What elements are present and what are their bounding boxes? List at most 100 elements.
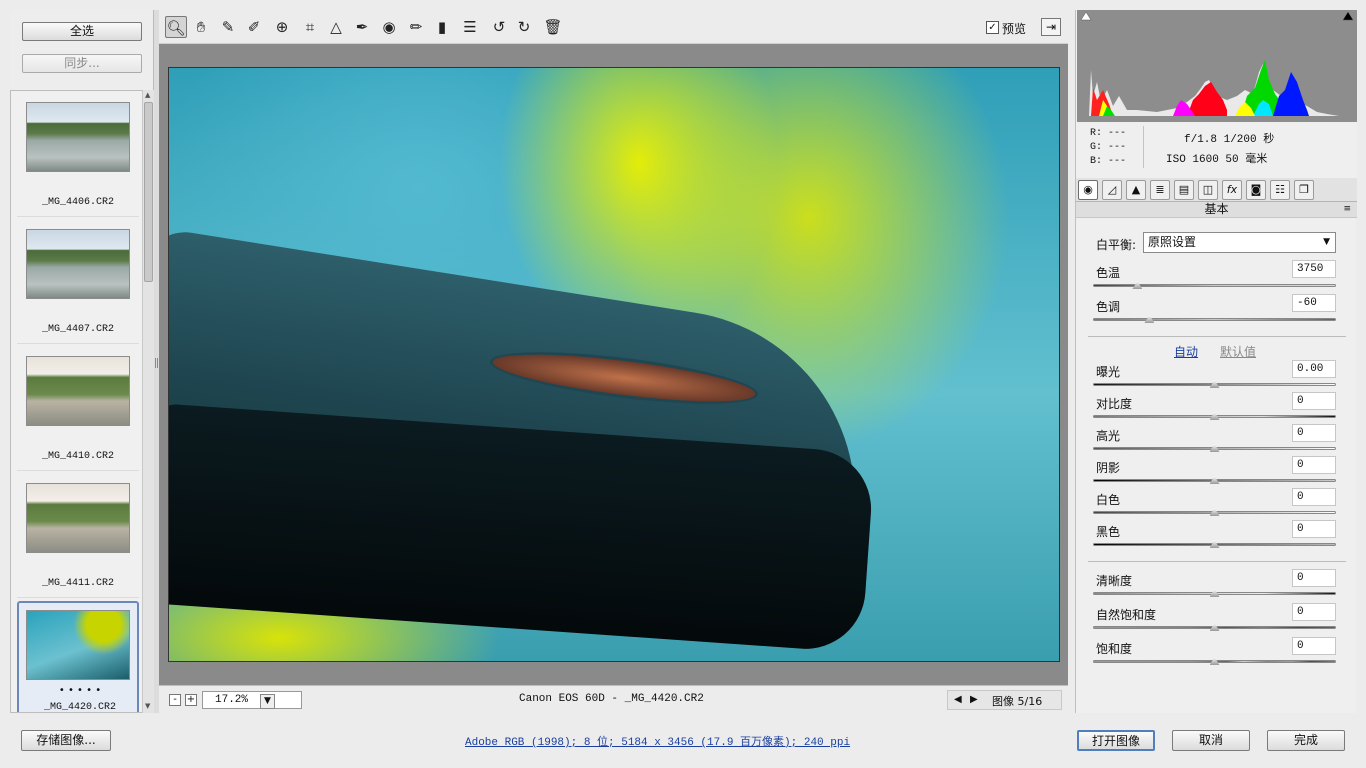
lens-corrections-tab-icon[interactable]: ◫ (1198, 180, 1218, 200)
panel-menu-icon[interactable]: ≡ (1343, 202, 1351, 217)
preview-checkbox[interactable]: ✓ (986, 21, 999, 34)
tint-slider[interactable] (1093, 315, 1336, 323)
color-sampler-icon[interactable]: ✐ (243, 16, 265, 38)
zoom-out-button[interactable]: - (169, 694, 181, 706)
contrast-slider[interactable] (1093, 412, 1336, 420)
detail-tab-icon[interactable]: ▲ (1126, 180, 1146, 200)
slider-knob[interactable] (1144, 315, 1155, 323)
filmstrip-item[interactable]: _MG_4411.CR2 (17, 474, 139, 598)
save-image-button[interactable]: 存储图像... (21, 730, 111, 751)
thumbnail-image (26, 610, 130, 680)
slider-knob[interactable] (1209, 380, 1220, 388)
highlights-field[interactable]: 0 (1292, 424, 1336, 442)
divider (1088, 336, 1346, 337)
slider-knob[interactable] (1209, 444, 1220, 452)
white-balance-select[interactable]: 原照设置 ▼ (1143, 232, 1336, 253)
zoom-in-button[interactable]: + (185, 694, 197, 706)
trash-icon[interactable]: 🗑︎ (542, 16, 564, 38)
filmstrip-scrollbar[interactable]: ▲ ▼ (142, 90, 154, 713)
slider-knob[interactable] (1132, 281, 1143, 289)
basic-tab-icon[interactable]: ◉ (1078, 180, 1098, 200)
vibrance-field[interactable]: 0 (1292, 603, 1336, 621)
star-rating[interactable]: • • • • • (19, 685, 141, 696)
rotate-left-icon[interactable]: ↺ (488, 16, 510, 38)
highlights-slider[interactable] (1093, 444, 1336, 452)
zoom-icon[interactable]: 🔍︎ (165, 16, 187, 38)
temperature-field[interactable]: 3750 (1292, 260, 1336, 278)
temperature-slider[interactable] (1093, 281, 1336, 289)
whites-slider[interactable] (1093, 508, 1336, 516)
shadows-field[interactable]: 0 (1292, 456, 1336, 474)
spot-removal-icon[interactable]: ✒ (351, 16, 373, 38)
clarity-field[interactable]: 0 (1292, 569, 1336, 587)
blacks-slider[interactable] (1093, 540, 1336, 548)
camera-calibration-tab-icon[interactable]: ◙ (1246, 180, 1266, 200)
straighten-icon[interactable]: △ (325, 16, 347, 38)
slider-knob[interactable] (1209, 540, 1220, 548)
fullscreen-icon[interactable]: ⇥ (1041, 18, 1061, 36)
exposure-field[interactable]: 0.00 (1292, 360, 1336, 378)
auto-link[interactable]: 自动 (1174, 343, 1198, 360)
adjustment-brush-icon[interactable]: ✏ (405, 16, 427, 38)
graduated-filter-icon[interactable]: ▮ (431, 16, 453, 38)
saturation-field[interactable]: 0 (1292, 637, 1336, 655)
whites-field[interactable]: 0 (1292, 488, 1336, 506)
done-button[interactable]: 完成 (1267, 730, 1345, 751)
hsl-tab-icon[interactable]: ≣ (1150, 180, 1170, 200)
thumbnail-image (26, 229, 130, 299)
vibrance-slider[interactable] (1093, 623, 1336, 631)
white-balance-icon[interactable]: ✎ (217, 16, 239, 38)
slider-knob[interactable] (1209, 623, 1220, 631)
slider-knob[interactable] (1209, 508, 1220, 516)
image-navigator: ◀ ▶ 图像 5/16 (947, 690, 1062, 710)
scroll-up-icon[interactable]: ▲ (145, 91, 150, 99)
scrollbar-thumb[interactable] (144, 102, 153, 282)
default-link[interactable]: 默认值 (1220, 343, 1256, 360)
exposure-slider[interactable] (1093, 380, 1336, 388)
slider-knob[interactable] (1209, 412, 1220, 420)
highlights-label: 高光 (1096, 429, 1121, 443)
zoom-level-value: 17.2% (215, 694, 249, 706)
preferences-icon[interactable]: ☰ (459, 16, 481, 38)
slider-knob[interactable] (1209, 589, 1220, 597)
filmstrip[interactable]: _MG_4406.CR2 _MG_4407.CR2 _MG_4410.CR2 _… (10, 90, 154, 713)
hand-icon[interactable]: ✋︎ (190, 16, 212, 38)
tone-curve-tab-icon[interactable]: ◿ (1102, 180, 1122, 200)
previous-image-icon[interactable]: ◀ (954, 694, 962, 705)
filmstrip-item[interactable]: _MG_4407.CR2 (17, 220, 139, 344)
slider-knob[interactable] (1209, 476, 1220, 484)
contrast-label: 对比度 (1096, 397, 1133, 411)
split-toning-tab-icon[interactable]: ▤ (1174, 180, 1194, 200)
pixel-readout: R: --- G: --- B: --- f/1.8 1/200 秒 ISO 1… (1076, 122, 1357, 182)
filmstrip-item[interactable]: _MG_4406.CR2 (17, 93, 139, 217)
red-eye-icon[interactable]: ◉ (378, 16, 400, 38)
sync-button[interactable]: 同步... (22, 54, 142, 73)
scroll-down-icon[interactable]: ▼ (145, 702, 150, 710)
zoom-level-field[interactable]: 17.2% (202, 691, 302, 709)
snapshots-tab-icon[interactable]: ❐ (1294, 180, 1314, 200)
crop-icon[interactable]: ⌗ (299, 16, 321, 38)
target-adjust-icon[interactable]: ⊕ (271, 16, 293, 38)
camera-info: Canon EOS 60D - _MG_4420.CR2 (519, 693, 704, 705)
thumbnail-filename: _MG_4407.CR2 (41, 324, 114, 335)
saturation-slider[interactable] (1093, 657, 1336, 665)
open-image-button[interactable]: 打开图像 (1077, 730, 1155, 751)
filmstrip-header: 全选 同步... (10, 10, 154, 90)
zoom-dropdown-icon[interactable]: ▼ (260, 694, 275, 709)
filmstrip-item-selected[interactable]: • • • • • _MG_4420.CR2 (17, 601, 141, 712)
preview-image[interactable] (168, 67, 1060, 662)
tint-field[interactable]: -60 (1292, 294, 1336, 312)
rotate-right-icon[interactable]: ↻ (513, 16, 535, 38)
contrast-field[interactable]: 0 (1292, 392, 1336, 410)
blacks-field[interactable]: 0 (1292, 520, 1336, 538)
select-all-button[interactable]: 全选 (22, 22, 142, 41)
shadows-slider[interactable] (1093, 476, 1336, 484)
filmstrip-item[interactable]: _MG_4410.CR2 (17, 347, 139, 471)
next-image-icon[interactable]: ▶ (970, 694, 978, 705)
slider-knob[interactable] (1209, 657, 1220, 665)
presets-tab-icon[interactable]: ☷ (1270, 180, 1290, 200)
clarity-slider[interactable] (1093, 589, 1336, 597)
cancel-button[interactable]: 取消 (1172, 730, 1250, 751)
effects-tab-icon[interactable]: fx (1222, 180, 1242, 200)
workflow-options-link[interactable]: Adobe RGB (1998); 8 位; 5184 x 3456 (17.9… (465, 733, 850, 749)
